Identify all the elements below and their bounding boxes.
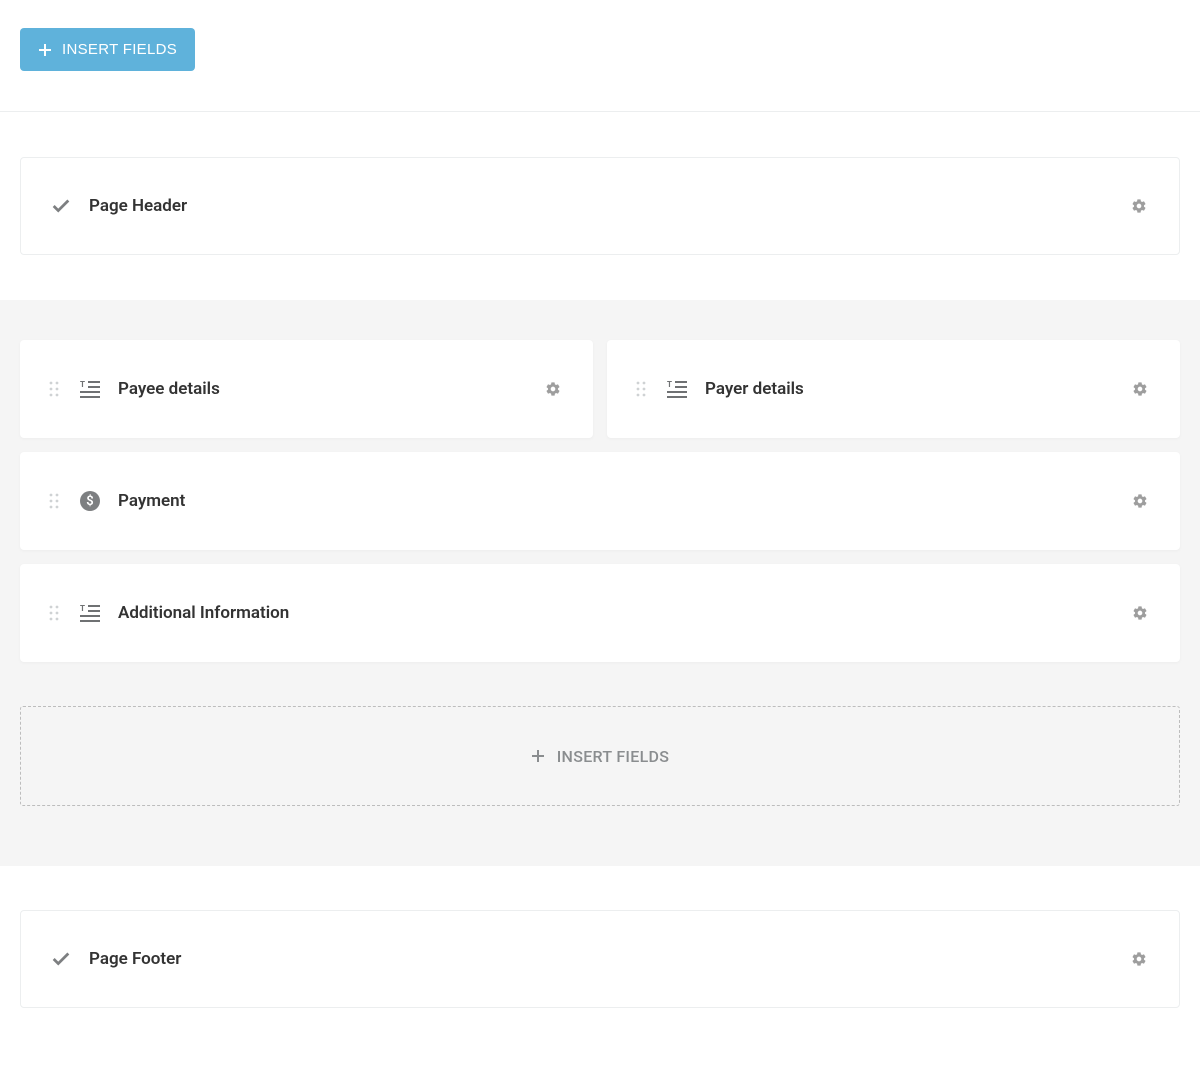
gear-icon [1131, 198, 1147, 214]
payer-details-title: Payer details [705, 379, 804, 399]
additional-info-card[interactable]: T Additional Information [20, 564, 1180, 662]
page-footer-title: Page Footer [89, 949, 181, 969]
text-block-icon: T [78, 377, 102, 401]
body-row-additional: T Additional Information [20, 564, 1180, 662]
body-section: T Payee details [0, 300, 1200, 866]
payee-settings-button[interactable] [541, 377, 565, 401]
plus-icon [531, 749, 545, 763]
body-row-two: T Payee details [20, 340, 1180, 438]
payee-details-card[interactable]: T Payee details [20, 340, 593, 438]
insert-fields-label: INSERT FIELDS [62, 41, 177, 58]
insert-fields-dropzone[interactable]: INSERT FIELDS [20, 706, 1180, 806]
gear-icon [1132, 493, 1148, 509]
payer-settings-button[interactable] [1128, 377, 1152, 401]
additional-info-title: Additional Information [118, 603, 289, 623]
page-footer-settings-button[interactable] [1127, 947, 1151, 971]
plus-icon [38, 43, 52, 57]
header-section: Page Header [0, 112, 1200, 300]
page-header-title: Page Header [89, 196, 187, 216]
drag-handle-icon[interactable] [48, 604, 60, 622]
check-icon [49, 194, 73, 218]
payment-card[interactable]: $ Payment [20, 452, 1180, 550]
drag-handle-icon[interactable] [48, 380, 60, 398]
payment-settings-button[interactable] [1128, 489, 1152, 513]
gear-icon [545, 381, 561, 397]
text-block-icon: T [78, 601, 102, 625]
drag-handle-icon[interactable] [635, 380, 647, 398]
payee-details-title: Payee details [118, 379, 220, 399]
check-icon [49, 947, 73, 971]
additional-settings-button[interactable] [1128, 601, 1152, 625]
dollar-icon: $ [78, 489, 102, 513]
gear-icon [1132, 605, 1148, 621]
payment-title: Payment [118, 491, 185, 511]
svg-text:T: T [80, 380, 85, 389]
page-header-card[interactable]: Page Header [20, 157, 1180, 255]
insert-fields-button[interactable]: INSERT FIELDS [20, 28, 195, 71]
gear-icon [1131, 951, 1147, 967]
text-block-icon: T [665, 377, 689, 401]
footer-section: Page Footer [0, 866, 1200, 1074]
page-header-settings-button[interactable] [1127, 194, 1151, 218]
gear-icon [1132, 381, 1148, 397]
drag-handle-icon[interactable] [48, 492, 60, 510]
page-footer-card[interactable]: Page Footer [20, 910, 1180, 1008]
body-row-payment: $ Payment [20, 452, 1180, 550]
payer-details-card[interactable]: T Payer details [607, 340, 1180, 438]
insert-fields-dropzone-label: INSERT FIELDS [557, 747, 670, 766]
svg-text:T: T [667, 380, 672, 389]
svg-text:T: T [80, 604, 85, 613]
top-toolbar: INSERT FIELDS [0, 0, 1200, 112]
